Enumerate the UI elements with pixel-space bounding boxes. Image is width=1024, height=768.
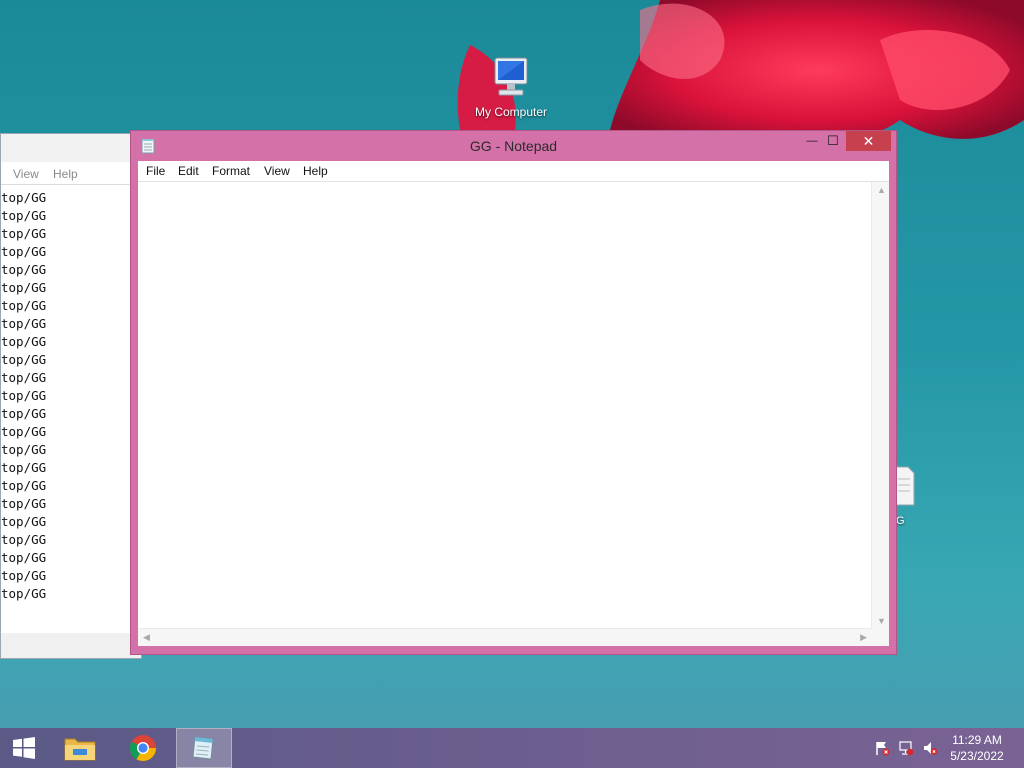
text-line: top/GG xyxy=(1,334,47,349)
desktop: My Computer G View Help top/GG top/GG to… xyxy=(0,0,1024,768)
background-window-bottom xyxy=(1,634,141,658)
background-menubar: View Help xyxy=(1,162,141,185)
start-button[interactable] xyxy=(0,728,48,768)
text-line: top/GG xyxy=(1,370,47,385)
text-line: top/GG xyxy=(1,352,47,367)
text-line: top/GG xyxy=(1,208,47,223)
text-line: top/GG xyxy=(1,226,47,241)
text-line: top/GG xyxy=(1,406,47,421)
scroll-left-icon[interactable]: ◀ xyxy=(143,632,150,643)
title-bar[interactable]: GG - Notepad — ☐ ✕ xyxy=(131,131,896,161)
maximize-button[interactable]: ☐ xyxy=(819,131,847,151)
window-title: GG - Notepad xyxy=(469,138,558,154)
text-line: top/GG xyxy=(1,532,47,547)
scroll-up-icon[interactable]: ▲ xyxy=(877,185,886,195)
computer-icon xyxy=(494,57,528,96)
menu-help[interactable]: Help xyxy=(53,167,78,181)
text-line: top/GG xyxy=(1,586,47,601)
minimize-icon: — xyxy=(806,135,818,147)
vertical-scrollbar[interactable]: ▲ ▼ xyxy=(871,182,889,629)
close-icon: ✕ xyxy=(862,132,875,149)
text-line: top/GG xyxy=(1,514,47,529)
taskbar: 11:29 AM 5/23/2022 xyxy=(0,728,1024,768)
text-line: top/GG xyxy=(1,316,47,331)
taskbar-chrome[interactable] xyxy=(115,728,171,768)
text-line: top/GG xyxy=(1,388,47,403)
volume-muted-icon[interactable] xyxy=(922,740,938,756)
text-line: top/GG xyxy=(1,460,47,475)
text-line: top/GG xyxy=(1,298,47,313)
menu-view[interactable]: View xyxy=(13,167,39,181)
system-clock[interactable]: 11:29 AM 5/23/2022 xyxy=(942,732,1012,764)
menu-file[interactable]: File xyxy=(146,164,165,178)
text-line: top/GG xyxy=(1,442,47,457)
text-line: top/GG xyxy=(1,262,47,277)
text-area[interactable]: ▲ ▼ ◀ ▶ xyxy=(138,182,889,646)
text-line: top/GG xyxy=(1,478,47,493)
text-line: top/GG xyxy=(1,496,47,511)
desktop-icon-my-computer[interactable]: My Computer xyxy=(466,56,556,119)
desktop-icon-label: G xyxy=(896,515,905,527)
chrome-icon xyxy=(129,735,157,762)
text-line: top/GG xyxy=(1,568,47,583)
menu-format[interactable]: Format xyxy=(212,164,250,178)
taskbar-notepad[interactable] xyxy=(176,728,232,768)
desktop-icon-label: My Computer xyxy=(474,105,548,119)
scroll-down-icon[interactable]: ▼ xyxy=(877,616,886,626)
maximize-icon: ☐ xyxy=(827,133,839,148)
menu-edit[interactable]: Edit xyxy=(178,164,199,178)
clock-date: 5/23/2022 xyxy=(950,749,1004,763)
taskbar-file-explorer[interactable] xyxy=(52,728,108,768)
background-text-content[interactable]: top/GG top/GG top/GG top/GG top/GG top/G… xyxy=(1,185,141,633)
text-line: top/GG xyxy=(1,424,47,439)
text-line: top/GG xyxy=(1,280,47,295)
network-icon[interactable] xyxy=(898,740,914,756)
action-center-flag-icon[interactable] xyxy=(874,740,890,756)
notepad-window[interactable]: GG - Notepad — ☐ ✕ File Edit Format View… xyxy=(130,130,897,655)
menu-view[interactable]: View xyxy=(264,164,290,178)
text-line: top/GG xyxy=(1,244,47,259)
text-line: top/GG xyxy=(1,190,47,205)
horizontal-scrollbar[interactable]: ◀ ▶ xyxy=(138,628,872,646)
menu-help[interactable]: Help xyxy=(303,164,328,178)
menu-bar: File Edit Format View Help xyxy=(138,161,889,182)
text-line: top/GG xyxy=(1,550,47,565)
notepad-icon xyxy=(192,736,214,760)
size-grip[interactable] xyxy=(872,629,889,646)
close-button[interactable]: ✕ xyxy=(846,131,891,151)
windows-logo-icon xyxy=(13,737,35,759)
background-window[interactable]: View Help top/GG top/GG top/GG top/GG to… xyxy=(0,133,142,659)
scroll-right-icon[interactable]: ▶ xyxy=(860,632,867,643)
clock-time: 11:29 AM xyxy=(952,733,1002,747)
folder-icon xyxy=(64,738,96,761)
